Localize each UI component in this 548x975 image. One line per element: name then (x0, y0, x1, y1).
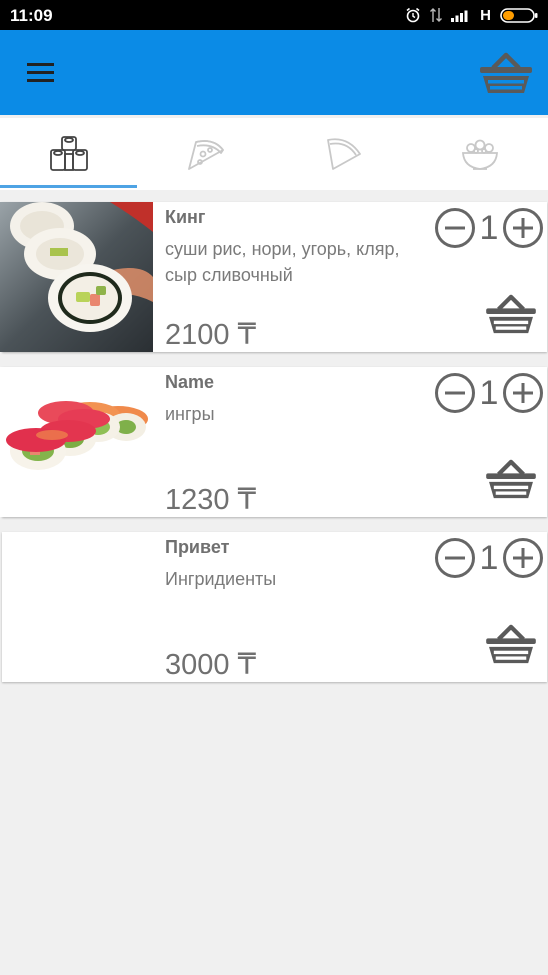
tab-pie[interactable] (274, 118, 411, 190)
network-type: H (480, 6, 491, 24)
product-price: 2100 ₸ (165, 319, 257, 351)
decrease-quantity-button[interactable] (434, 207, 476, 249)
signal-icon (451, 10, 468, 22)
tab-sushi[interactable] (0, 118, 137, 190)
product-description: ингры (165, 404, 215, 424)
quantity-value: 1 (479, 374, 499, 412)
product-card[interactable]: Привет Ингридиенты 3000 ₸ 1 (2, 532, 547, 682)
product-name: Name (165, 372, 215, 392)
increase-quantity-button[interactable] (502, 372, 544, 414)
minus-circle-icon (435, 208, 475, 248)
quantity-value: 1 (479, 209, 499, 247)
sushi-rolls-icon (49, 136, 88, 171)
product-name: Кинг (165, 207, 206, 227)
basket-icon (486, 624, 536, 664)
quantity-stepper: 1 (434, 372, 546, 414)
product-image-empty (0, 532, 153, 682)
cart-button[interactable] (478, 52, 534, 96)
basket-icon (480, 52, 532, 93)
decrease-quantity-button[interactable] (434, 372, 476, 414)
hamburger-menu-icon (27, 63, 54, 82)
product-price: 3000 ₸ (165, 649, 257, 681)
basket-icon (486, 294, 536, 334)
decrease-quantity-button[interactable] (434, 537, 476, 579)
plus-circle-icon (503, 538, 543, 578)
selected-tab-indicator (0, 185, 137, 188)
sushi-roll-photo (0, 202, 153, 352)
product-name: Привет (165, 537, 230, 557)
plus-circle-icon (503, 208, 543, 248)
pizza-slice-icon (187, 140, 224, 170)
pie-slice-icon (326, 138, 361, 170)
category-tabs (0, 118, 548, 190)
salad-bowl-icon (461, 139, 498, 170)
plus-circle-icon (503, 373, 543, 413)
product-price: 1230 ₸ (165, 484, 257, 516)
product-description: Ингридиенты (165, 569, 277, 589)
add-to-cart-button[interactable] (484, 624, 538, 666)
product-description: суши рис, нори, угорь, кляр, сыр сливочн… (165, 239, 400, 285)
quantity-value: 1 (479, 539, 499, 577)
product-card[interactable]: Кинг суши рис, нори, угорь, кляр, сыр сл… (0, 202, 547, 352)
quantity-stepper: 1 (434, 207, 546, 249)
increase-quantity-button[interactable] (502, 537, 544, 579)
minus-circle-icon (435, 538, 475, 578)
status-time: 11:09 (10, 6, 53, 25)
app-bar (0, 30, 548, 115)
add-to-cart-button[interactable] (484, 294, 538, 336)
quantity-stepper: 1 (434, 537, 546, 579)
tab-pizza[interactable] (137, 118, 274, 190)
product-card[interactable]: Name ингры 1230 ₸ 1 (0, 367, 547, 517)
sushi-set-photo (0, 367, 153, 517)
menu-button[interactable] (24, 58, 60, 88)
data-transfer-icon (430, 8, 443, 22)
minus-circle-icon (435, 373, 475, 413)
tab-salad[interactable] (411, 118, 548, 190)
add-to-cart-button[interactable] (484, 459, 538, 501)
alarm-icon (406, 7, 420, 23)
basket-icon (486, 459, 536, 499)
battery-icon (500, 7, 538, 23)
status-icons: H (405, 5, 538, 25)
status-bar: 11:09 H (0, 0, 548, 30)
increase-quantity-button[interactable] (502, 207, 544, 249)
